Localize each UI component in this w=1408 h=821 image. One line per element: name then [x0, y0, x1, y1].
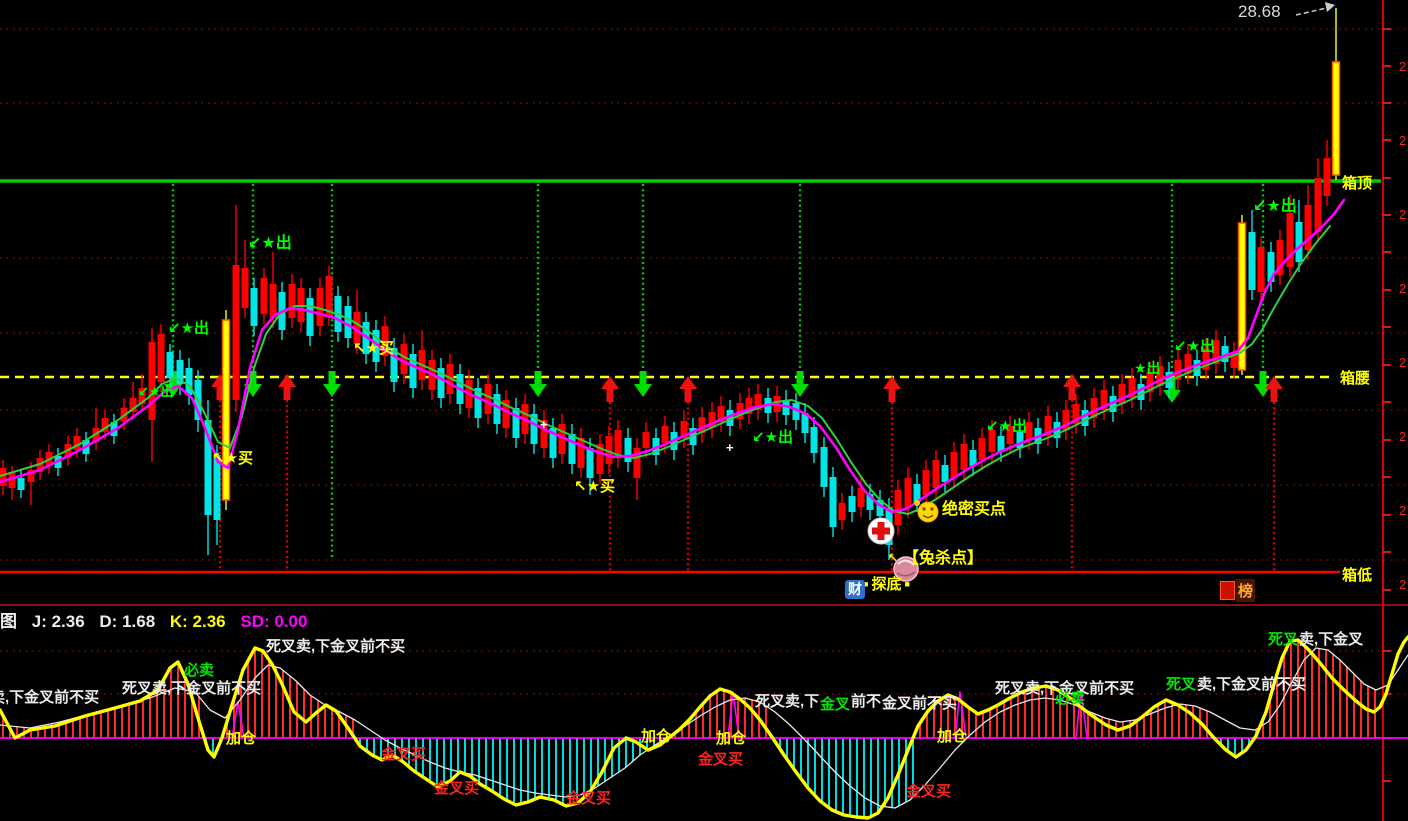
indicator-text-label: 金叉买	[381, 746, 427, 763]
box-low-label: 箱低	[1342, 567, 1373, 584]
indicator-text-label: 死叉	[1268, 631, 1299, 648]
indicator-text-label: 金叉买	[698, 751, 744, 768]
indicator-text-label: 加仓	[937, 728, 968, 745]
plus-marker: +	[726, 440, 734, 455]
svg-text:2: 2	[1399, 281, 1406, 296]
kill-point-label: 【兔杀点】	[903, 550, 984, 567]
buy-signal-label: ↖★买	[574, 478, 616, 495]
plus-marker: +	[540, 417, 548, 432]
sell-signal-label: ↙★出	[248, 235, 292, 252]
indicator-text-label: 死叉卖,下金叉前不买	[266, 638, 406, 655]
indicator-text-label: 金叉买	[434, 780, 480, 797]
svg-text:2: 2	[1399, 429, 1406, 444]
sell-signal-label: ↙★出	[752, 429, 794, 446]
svg-text:2: 2	[1399, 577, 1406, 592]
svg-text:2: 2	[1399, 133, 1406, 148]
indicator-text-label: 死叉	[1166, 676, 1197, 693]
indicator-text-label: 金叉前不买	[882, 695, 958, 712]
secret-buy-point-label: 绝密买点	[942, 501, 1007, 518]
svg-text:2: 2	[1399, 503, 1406, 518]
cai-tag[interactable]: 财	[845, 580, 865, 599]
indicator-text-label: 前不	[851, 693, 882, 710]
flame-icon	[1220, 581, 1235, 600]
bang-label: 榜	[1236, 579, 1256, 602]
buy-signal-label: ↖★买	[212, 450, 254, 467]
right-axis: 2 2 2 2 2 2 2 2	[1382, 0, 1406, 821]
kill-point-arrow: ↖	[888, 551, 899, 565]
sell-signal-label: ↙★出	[986, 418, 1028, 435]
probe-bottom-label: 探底	[871, 576, 902, 593]
indicator-text-label: 卖,下金叉	[1299, 631, 1364, 648]
square-marker-icon: ■	[904, 578, 910, 589]
indicator-header: 图 J: 2.36 D: 1.68 K: 2.36 SD: 0.00	[0, 607, 317, 632]
indicator-title: 图	[0, 612, 17, 631]
svg-text:2: 2	[1399, 355, 1406, 370]
box-mid-label: 箱腰	[1340, 370, 1371, 387]
k-value: K: 2.36	[169, 612, 226, 631]
sell-signal-label: ↙★出	[1253, 198, 1297, 215]
j-value: J: 2.36	[31, 612, 85, 631]
sell-signal-verticals	[164, 184, 1272, 560]
candles-layer	[0, 8, 1341, 560]
indicator-text-label: 必卖	[1055, 690, 1086, 707]
sd-value: SD: 0.00	[240, 612, 308, 631]
indicator-text-label: 死叉卖,下	[755, 693, 820, 710]
chart-canvas[interactable]: 2 2 2 2 2 2 2 2	[0, 0, 1408, 821]
price-peak-arrow	[1295, 2, 1335, 16]
indicator-text-label: 金叉	[820, 696, 851, 713]
indicator-text-label: 卖,下金叉前不买	[0, 689, 100, 706]
sell-signal-label: ↙★出	[138, 384, 174, 399]
d-value: D: 1.68	[99, 612, 156, 631]
ma-lines-layer	[0, 198, 1346, 515]
indicator-text-label: 卖,下金叉前不买	[1197, 676, 1307, 693]
price-peak-label: 28.68	[1238, 2, 1281, 21]
indicator-text-label: 死叉卖,下金叉前不买	[122, 680, 262, 697]
indicator-text-label: 金叉买	[566, 790, 612, 807]
svg-text:2: 2	[1399, 207, 1406, 222]
sell-signal-label: ↙★出	[1174, 338, 1216, 355]
stock-chart-window: 2 2 2 2 2 2 2 2 ↙★出 ↙★出 ↙★出 ↙★出 ↙★出 ★出 ↙★出 ↙★出 ↖★买 ↖★买 ↖★…	[0, 0, 1408, 821]
indicator-text-label: 加仓	[716, 730, 747, 747]
indicator-text-label: 加仓	[226, 730, 257, 747]
box-top-label: 箱顶	[1342, 175, 1373, 192]
indicator-text-label: 加仓	[641, 728, 672, 745]
box-lines-layer	[0, 179, 1408, 606]
sell-signal-label: ★出	[1134, 360, 1161, 376]
svg-text:2: 2	[1399, 59, 1406, 74]
indicator-text-label: 金叉买	[906, 783, 952, 800]
sell-signal-label: ↙★出	[168, 320, 210, 337]
indicator-text-label: 必卖	[184, 662, 215, 679]
probe-bottom-tag: ■ 探底 ■	[860, 573, 913, 594]
buy-signal-label: ↖★买	[353, 340, 395, 357]
bang-tag[interactable]: 榜	[1220, 579, 1256, 602]
